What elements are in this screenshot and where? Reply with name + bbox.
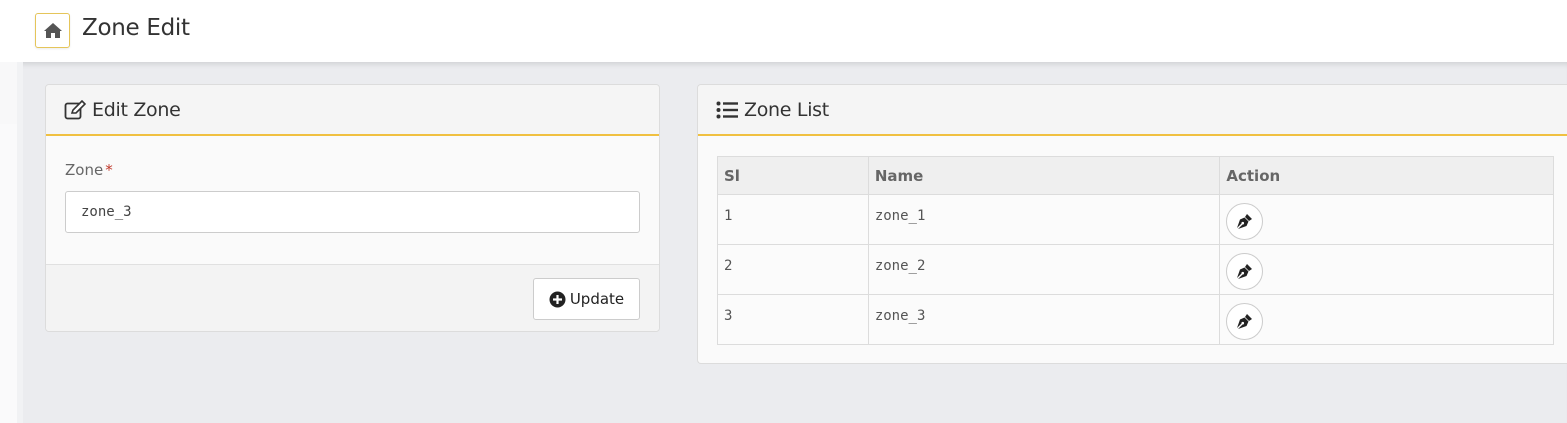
column-header-sl: Sl (717, 156, 869, 195)
pen-nib-icon (1237, 214, 1253, 229)
top-bar: Zone Edit (0, 0, 1567, 62)
cell-sl: 1 (717, 194, 869, 245)
cell-sl: 2 (717, 244, 869, 295)
cell-sl: 3 (717, 294, 869, 345)
edit-row-button[interactable] (1226, 203, 1264, 240)
table-row: 1 zone_1 (717, 194, 1554, 245)
left-gutter-lower (0, 124, 17, 423)
edit-square-icon (64, 99, 86, 119)
zone-list-card-header: Zone List (698, 85, 1567, 136)
edit-row-button[interactable] (1226, 303, 1264, 340)
home-button[interactable] (35, 13, 70, 48)
cell-name: zone_2 (867, 244, 1221, 295)
cell-action (1219, 244, 1554, 295)
pen-nib-icon (1237, 264, 1253, 279)
update-button-label: Update (569, 290, 625, 308)
list-icon (716, 101, 738, 118)
table-row: 2 zone_2 (717, 244, 1554, 295)
pen-nib-icon (1237, 314, 1253, 329)
zone-input[interactable] (65, 191, 640, 233)
table-header-row: Sl Name Action (717, 156, 1554, 195)
cell-name: zone_1 (867, 194, 1221, 245)
cell-name: zone_3 (867, 294, 1221, 345)
page-title: Zone Edit (82, 15, 190, 41)
column-header-name: Name (867, 156, 1221, 195)
cell-action (1219, 294, 1554, 345)
home-icon (43, 23, 62, 38)
edit-row-button[interactable] (1226, 253, 1264, 290)
zone-table: Sl Name Action 1 zone_1 2 zone_2 3 zone_… (717, 156, 1554, 345)
zone-list-card: Zone List Sl Name Action 1 zone_1 2 zone… (697, 84, 1567, 364)
required-mark: * (105, 161, 113, 179)
cell-action (1219, 194, 1554, 245)
zone-label-text: Zone (65, 161, 104, 179)
edit-zone-card-footer: Update (46, 264, 659, 331)
edit-zone-card-header: Edit Zone (46, 85, 659, 136)
content-edge (17, 62, 23, 423)
zone-list-title: Zone List (744, 98, 829, 121)
column-header-action: Action (1219, 156, 1554, 195)
edit-zone-title: Edit Zone (92, 98, 181, 121)
update-button[interactable]: Update (533, 278, 640, 320)
edit-zone-card: Edit Zone Zone* Update (45, 84, 660, 332)
zone-field-label: Zone * (65, 161, 113, 179)
table-row: 3 zone_3 (717, 294, 1554, 345)
plus-circle-icon (549, 291, 566, 307)
